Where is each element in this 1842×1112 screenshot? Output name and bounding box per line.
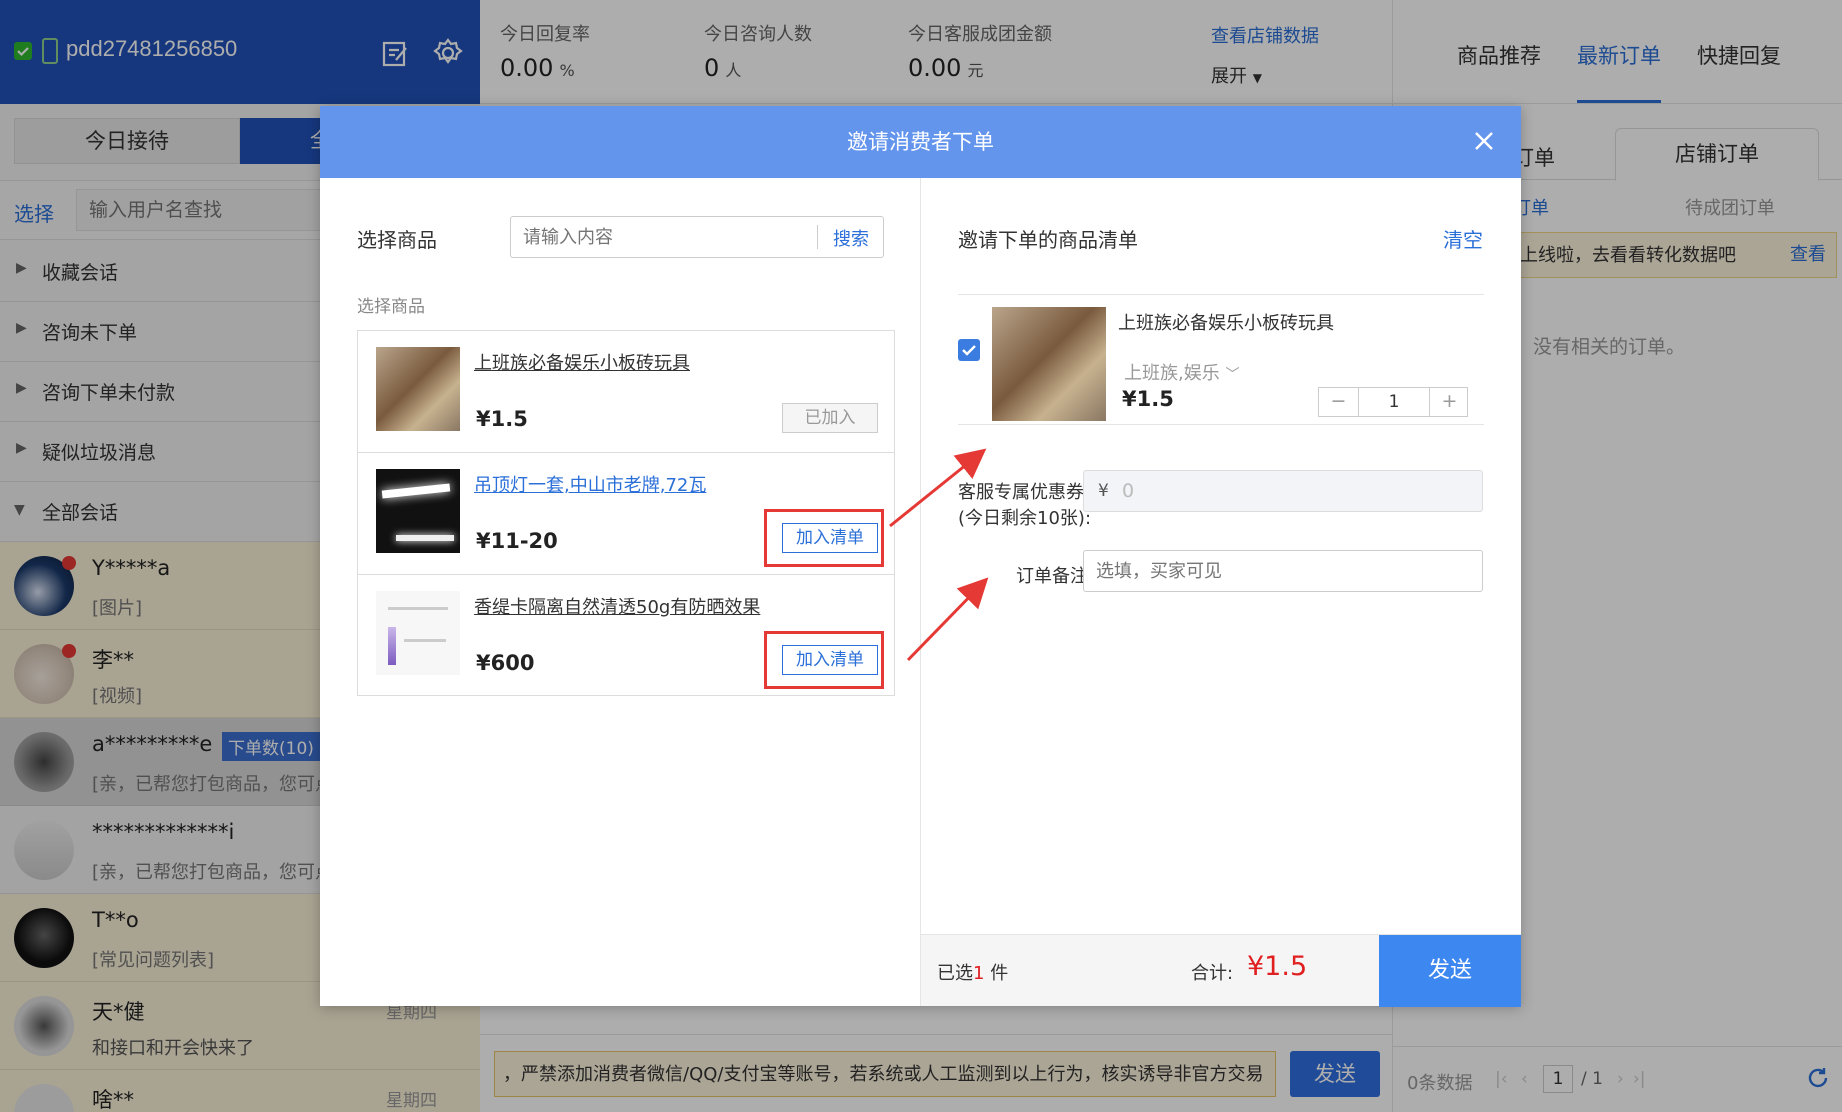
conversation-name: Y*****a: [92, 556, 171, 580]
group-label: 咨询未下单: [42, 322, 138, 344]
caret-down-icon: ▼: [1252, 71, 1262, 85]
next-page-icon[interactable]: ›: [1617, 1069, 1624, 1089]
avatar: [14, 996, 74, 1056]
chat-send-label: 发送: [1314, 1062, 1356, 1086]
account-name: pdd27481256850: [66, 36, 238, 61]
total-pages: / 1: [1581, 1069, 1603, 1089]
stat-unit: 元: [967, 61, 984, 80]
tab-today-reception[interactable]: 今日接待: [14, 118, 240, 164]
unread-dot: [62, 556, 76, 570]
tab-latest-orders[interactable]: 最新订单: [1577, 40, 1661, 70]
stat-label: 今日咨询人数: [704, 24, 812, 45]
prev-page-icon[interactable]: ‹: [1521, 1069, 1528, 1089]
expand-label: 展开: [1211, 66, 1247, 87]
stat-value: 0.00: [500, 54, 554, 82]
online-check-icon: [14, 42, 32, 60]
tab-product-recommend[interactable]: 商品推荐: [1457, 40, 1541, 70]
store-data-link[interactable]: 查看店铺数据: [1211, 22, 1319, 48]
stat-value: 0.00: [908, 54, 962, 82]
conversation-message: [常见问题列表]: [92, 950, 215, 971]
notice-view-link[interactable]: 查看: [1790, 233, 1826, 277]
caret-right-icon: ▶: [16, 260, 27, 276]
stat-reply-rate: 今日回复率 0.00 %: [500, 20, 590, 82]
edit-icon[interactable]: [380, 38, 410, 68]
stat-value: 0: [704, 54, 720, 82]
tab-store-orders-label: 店铺订单: [1675, 142, 1759, 166]
conversation-message: [亲，已帮您打包商品，您可点: [92, 862, 334, 883]
right-tabs-header: 商品推荐 最新订单 快捷回复: [1392, 0, 1842, 104]
conversation-name: 天*健: [92, 1000, 145, 1024]
annotation-arrow-icon: [889, 448, 989, 662]
tab-quick-reply[interactable]: 快捷回复: [1697, 40, 1781, 70]
stat-label: 今日客服成团金额: [908, 24, 1052, 45]
caret-down-icon: ▼: [14, 502, 25, 518]
chat-send-button[interactable]: 发送: [1290, 1051, 1380, 1097]
conversation-message: 和接口和开会快来了: [92, 1038, 254, 1059]
compliance-warning: ，严禁添加消费者微信/QQ/支付宝等账号，若系统或人工监测到以上行为，核实诱导非…: [494, 1051, 1276, 1097]
select-link[interactable]: 选择: [14, 198, 54, 227]
conversation-message: [亲，已帮您打包商品，您可点: [92, 774, 334, 795]
subtab-pending-group[interactable]: 待成团订单: [1685, 194, 1775, 220]
conversation-name: a*********e: [92, 732, 213, 756]
tab-active-underline: [1577, 100, 1661, 103]
notice-text: 据上线啦，去看看转化数据吧: [1502, 245, 1736, 266]
empty-orders-text: 没有相关的订单。: [1533, 336, 1686, 358]
stats-header: 今日回复率 0.00 % 今日咨询人数 0 人 今日客服成团金额 0.00 元 …: [480, 0, 1392, 104]
stat-label: 今日回复率: [500, 24, 590, 45]
conversation-message: [视频]: [92, 686, 143, 707]
expand-toggle[interactable]: 展开 ▼: [1211, 62, 1262, 88]
notice-banner: 据上线啦，去看看转化数据吧 查看: [1493, 232, 1837, 278]
group-label: 疑似垃圾消息: [42, 442, 157, 464]
conversation-time: 星期四: [386, 1091, 437, 1111]
phone-icon: [42, 38, 58, 64]
stat-unit: %: [559, 61, 575, 80]
stat-unit: 人: [725, 61, 742, 80]
conversation-name: *************i: [92, 820, 235, 844]
conversation-item[interactable]: 啥** 星期四: [0, 1070, 480, 1112]
stat-group-amount: 今日客服成团金额 0.00 元: [908, 20, 1052, 82]
caret-right-icon: ▶: [16, 440, 27, 456]
tab-store-orders[interactable]: 店铺订单: [1615, 128, 1819, 181]
conversation-name: T**o: [92, 908, 139, 932]
last-page-icon[interactable]: ›|: [1633, 1069, 1646, 1089]
tab-today-label: 今日接待: [85, 129, 169, 153]
caret-right-icon: ▶: [16, 320, 27, 336]
avatar: [14, 1084, 74, 1112]
account-bar: pdd27481256850: [0, 0, 480, 104]
stat-consult-count: 今日咨询人数 0 人: [704, 20, 812, 82]
settings-gear-icon[interactable]: [432, 37, 464, 69]
unread-dot: [62, 644, 76, 658]
avatar: [14, 908, 74, 968]
invite-order-modal: 邀请消费者下单 选择商品 搜索 选择商品 上班族必备娱乐小板砖玩具 ¥1.5 已…: [320, 106, 1521, 1007]
chat-input-bar: ，严禁添加消费者微信/QQ/支付宝等账号，若系统或人工监测到以上行为，核实诱导非…: [480, 1034, 1392, 1112]
conversation-name: 啥**: [92, 1088, 134, 1112]
record-count: 0条数据: [1407, 1073, 1473, 1094]
conversation-name: 李**: [92, 648, 134, 672]
avatar: [14, 732, 74, 792]
conversation-message: [图片]: [92, 598, 143, 619]
group-label: 咨询下单未付款: [42, 382, 176, 404]
group-label: 全部会话: [42, 502, 119, 524]
caret-right-icon: ▶: [16, 380, 27, 396]
group-label: 收藏会话: [42, 262, 119, 284]
first-page-icon[interactable]: |‹: [1495, 1069, 1508, 1089]
warning-text: ，严禁添加消费者微信/QQ/支付宝等账号，若系统或人工监测到以上行为，核实诱导非…: [503, 1064, 1264, 1085]
order-count-badge: 下单数(10): [222, 732, 320, 761]
avatar: [14, 820, 74, 880]
pagination-bar: 0条数据 |‹ ‹ 1 / 1 › ›|: [1393, 1046, 1842, 1112]
refresh-icon[interactable]: [1805, 1065, 1831, 1091]
page-input[interactable]: 1: [1543, 1065, 1573, 1093]
